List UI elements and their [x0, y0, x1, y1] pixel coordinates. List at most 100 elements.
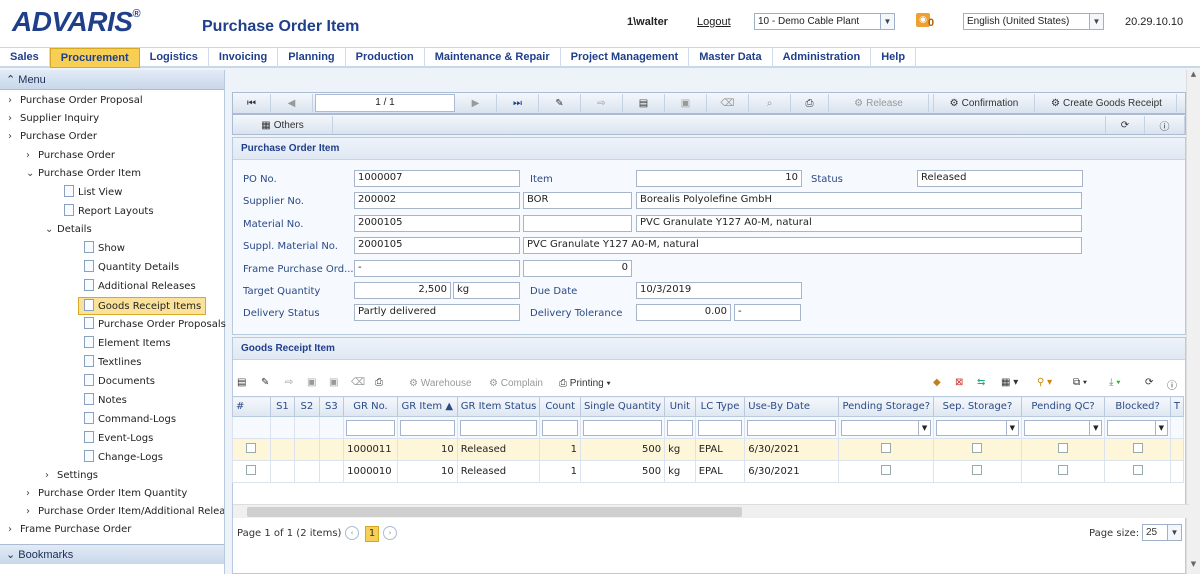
release-button[interactable]: ⚙ Release	[829, 94, 929, 112]
tree-item[interactable]: Additional Releases	[84, 278, 196, 296]
column-header[interactable]: Pending QC?	[1020, 396, 1106, 417]
scroll-up-icon[interactable]: ▲	[1187, 70, 1200, 84]
column-header[interactable]: T	[1169, 396, 1185, 417]
tree-item[interactable]: ⌄ Details	[45, 221, 92, 239]
tree-item[interactable]: › Purchase Order Proposal	[8, 92, 143, 110]
column-header[interactable]: GR Item Status	[456, 396, 541, 417]
menu-administration[interactable]: Administration	[773, 48, 872, 68]
due-date-field[interactable]: 10/3/2019	[636, 282, 802, 299]
material-field[interactable]: 2000105	[354, 215, 520, 232]
target-unit-field[interactable]: kg	[453, 282, 520, 299]
menu-production[interactable]: Production	[346, 48, 425, 68]
menu-procurement[interactable]: Procurement	[49, 48, 140, 68]
row-checkbox[interactable]	[246, 465, 257, 475]
page-number[interactable]: 1	[365, 526, 379, 542]
tree-item[interactable]: Change-Logs	[84, 449, 163, 467]
menu-invoicing[interactable]: Invoicing	[209, 48, 279, 68]
pending-qc-checkbox[interactable]	[1058, 465, 1069, 475]
next-page-icon[interactable]: ›	[383, 526, 397, 540]
tree-item[interactable]: › Supplier Inquiry	[8, 110, 99, 128]
filter-icon[interactable]: ⚲ ▾	[1037, 377, 1052, 388]
language-select[interactable]: English (United States) ▼	[963, 13, 1104, 30]
prev-page-icon[interactable]: ‹	[345, 526, 359, 540]
tree-item[interactable]: › Purchase Order	[8, 128, 97, 146]
tree-item[interactable]: Notes	[84, 392, 127, 410]
menu-project-management[interactable]: Project Management	[561, 48, 690, 68]
refresh-icon[interactable]: ⟳	[1145, 377, 1153, 388]
menu-header[interactable]: ⌃ Menu	[0, 70, 224, 90]
tree-item[interactable]: › Purchase Order	[26, 147, 115, 165]
filter-input[interactable]	[542, 419, 578, 436]
tree-item[interactable]: ⌄ Purchase Order Item	[26, 165, 141, 183]
supplier-code-field[interactable]: BOR	[523, 192, 632, 209]
filter-select[interactable]: ▼	[1107, 419, 1168, 436]
horizontal-scrollbar[interactable]	[233, 504, 1189, 518]
tree-item[interactable]: Report Layouts	[64, 203, 154, 221]
tree-item[interactable]: Textlines	[84, 354, 141, 372]
column-header[interactable]: LC Type	[694, 396, 746, 417]
eraser-filter-icon[interactable]: ◆	[933, 377, 941, 388]
filter-select[interactable]: ▼	[841, 419, 932, 436]
tree-item-selected[interactable]: Goods Receipt Items	[78, 297, 207, 315]
suppl-material-name-field[interactable]: PVC Granulate Y127 A0-M, natural	[523, 237, 1082, 254]
print-icon[interactable]: ⎙	[375, 377, 383, 388]
filter-input[interactable]	[459, 419, 538, 436]
table-row[interactable]: 1000010 10 Released 1 500 kg EPAL 6/30/2…	[232, 460, 1185, 483]
tree-item[interactable]: Purchase Order Proposals	[84, 316, 226, 334]
prev-page-icon[interactable]: ◀	[271, 94, 313, 112]
filter-select[interactable]: ▼	[936, 419, 1019, 436]
menu-logistics[interactable]: Logistics	[140, 48, 209, 68]
menu-maintenance[interactable]: Maintenance & Repair	[425, 48, 561, 68]
page-size-select[interactable]: 25 ▼	[1142, 524, 1182, 541]
delivery-status-field[interactable]: Partly delivered	[354, 304, 520, 321]
group-icon[interactable]: ⧉ ▾	[1073, 377, 1087, 388]
bookmarks-header[interactable]: ⌄ Bookmarks	[0, 544, 224, 564]
menu-planning[interactable]: Planning	[278, 48, 346, 68]
tree-item[interactable]: Event-Logs	[84, 430, 153, 448]
frame-po-field[interactable]: -	[354, 260, 520, 277]
po-no-field[interactable]: 1000007	[354, 170, 520, 187]
delivery-tolerance-field[interactable]: 0.00	[636, 304, 731, 321]
complain-button[interactable]: ⚙ Complain	[489, 378, 543, 389]
last-page-icon[interactable]: ⏭	[497, 94, 539, 112]
forward-icon[interactable]: ⇨	[285, 377, 293, 388]
filter-input[interactable]	[697, 419, 743, 436]
column-header[interactable]: Sep. Storage?	[933, 396, 1022, 417]
item-field[interactable]: 10	[636, 170, 802, 187]
columns-icon[interactable]: ▦ ▾	[1001, 377, 1018, 388]
filter-select[interactable]: ▼	[1023, 419, 1103, 436]
pending-storage-checkbox[interactable]	[881, 443, 892, 453]
target-quantity-field[interactable]: 2,500	[354, 282, 451, 299]
pending-storage-checkbox[interactable]	[881, 465, 892, 475]
supplier-name-field[interactable]: Borealis Polyolefine GmbH	[636, 192, 1082, 209]
sep-storage-checkbox[interactable]	[972, 465, 983, 475]
supplier-field[interactable]: 200002	[354, 192, 520, 209]
column-header[interactable]: Count	[539, 396, 581, 417]
refresh-icon[interactable]: ⟳	[1105, 116, 1145, 134]
filter-input[interactable]	[399, 419, 455, 436]
tree-item[interactable]: List View	[64, 184, 122, 202]
print-icon[interactable]: ⎙	[791, 94, 829, 112]
suppl-material-field[interactable]: 2000105	[354, 237, 520, 254]
first-page-icon[interactable]: ⏮	[233, 94, 271, 112]
column-header[interactable]: GR No.	[343, 396, 398, 417]
forward-icon[interactable]: ⇨	[581, 94, 623, 112]
frame-po-value-field[interactable]: 0	[523, 260, 632, 277]
logout-link[interactable]: Logout	[697, 16, 731, 28]
others-button[interactable]: ▦ Others	[233, 116, 333, 134]
column-header[interactable]: Use-By Date	[744, 396, 840, 417]
confirmation-button[interactable]: ⚙ Confirmation	[933, 94, 1035, 112]
new-row-icon[interactable]: ▤	[237, 377, 246, 388]
column-header[interactable]: Pending Storage?	[838, 396, 935, 417]
info-icon[interactable]: ⓘ	[1145, 116, 1185, 134]
next-page-icon[interactable]: ▶	[455, 94, 497, 112]
tree-item[interactable]: Command-Logs	[84, 411, 176, 429]
filter-input[interactable]	[747, 419, 837, 436]
menu-sales[interactable]: Sales	[0, 48, 50, 68]
edit-icon[interactable]: ✎	[539, 94, 581, 112]
column-header[interactable]: Unit	[664, 396, 696, 417]
pending-qc-checkbox[interactable]	[1058, 443, 1069, 453]
column-header[interactable]: S2	[294, 396, 320, 417]
tree-item[interactable]: › Settings	[45, 467, 98, 485]
menu-master-data[interactable]: Master Data	[689, 48, 773, 68]
